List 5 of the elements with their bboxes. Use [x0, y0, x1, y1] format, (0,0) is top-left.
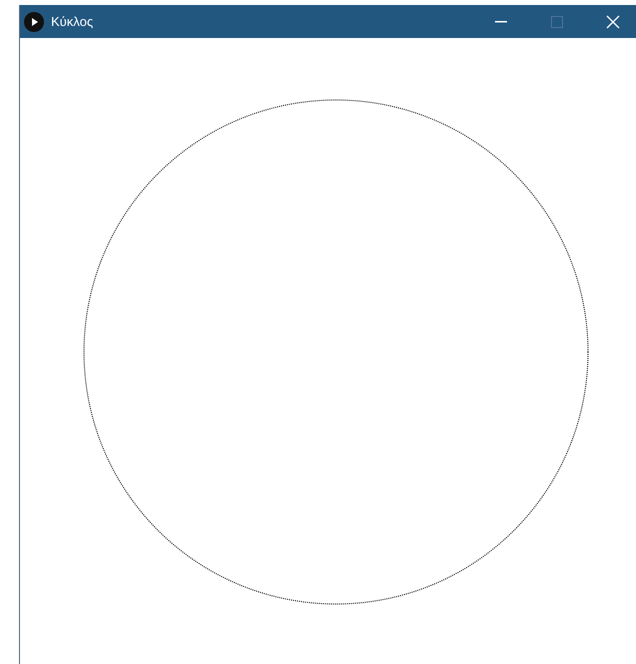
maximize-icon: [551, 16, 563, 28]
close-icon: [606, 14, 620, 28]
play-icon: [24, 12, 44, 32]
window-title: Κύκλος: [51, 12, 94, 31]
minimize-icon: [495, 20, 507, 22]
